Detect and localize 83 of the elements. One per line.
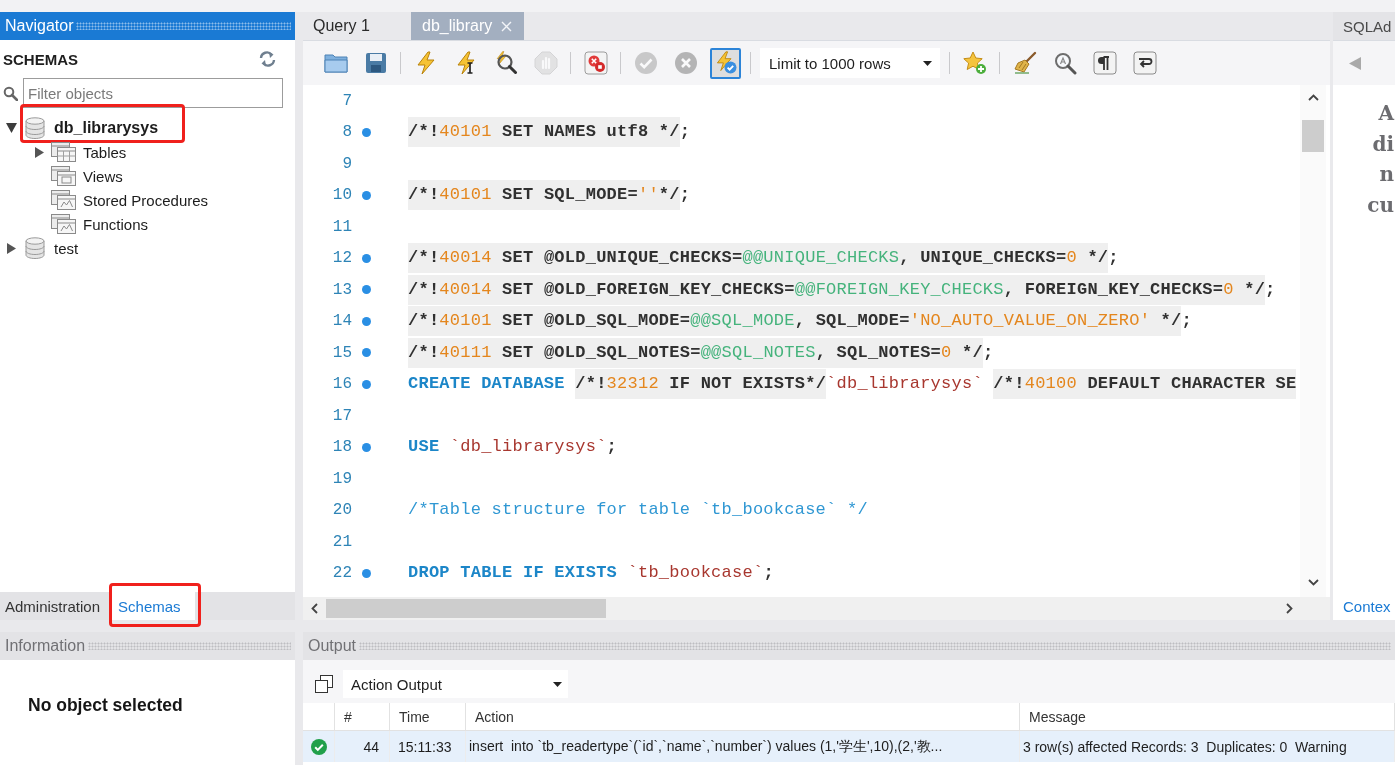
scroll-right-icon[interactable]	[1286, 603, 1293, 614]
vertical-scrollbar[interactable]	[1300, 85, 1326, 597]
line-number: 14	[331, 312, 352, 331]
line-number: 18	[331, 438, 352, 457]
caret-down-icon[interactable]	[6, 123, 17, 133]
broom-icon	[1012, 51, 1037, 75]
limit-select[interactable]: Limit to 1000 rows	[760, 48, 940, 78]
tab[interactable]: Administration	[0, 592, 110, 620]
tree-item[interactable]: Tables	[83, 143, 127, 161]
table-icon	[51, 142, 76, 162]
check-circle-icon	[310, 738, 327, 755]
autocommit-button[interactable]	[710, 47, 741, 79]
star-plus-icon	[962, 51, 987, 75]
check-circle-icon	[633, 51, 658, 75]
table-cell: 44	[335, 731, 390, 762]
tree-item[interactable]: Stored Procedures	[83, 191, 209, 209]
table-cell: insert into `tb_readertype`(`id`,`name`,`number`) values (1,'学生',10),(2,'教...	[466, 731, 1020, 762]
scroll-thumb[interactable]	[326, 599, 606, 618]
caret-right-icon[interactable]	[7, 242, 16, 254]
filter-field[interactable]: Filter objects	[23, 78, 283, 108]
line-number: 12	[331, 249, 352, 268]
x-circle-icon	[673, 51, 698, 75]
help-text: A	[1378, 100, 1394, 127]
code-line: CREATE DATABASE /*!32312 IF NOT EXISTS*/`db_librarysys` /*!40100 DEFAULT CHARACTER SE	[408, 369, 1297, 400]
table-cell: 3 row(s) affected Records: 3 Duplicates: 0 Warning	[1020, 731, 1395, 762]
stop-hand-icon	[533, 51, 558, 75]
code-line: DROP TABLE IF EXISTS `tb_bookcase`;	[408, 562, 774, 585]
line-number: 8	[341, 123, 352, 142]
table-row[interactable]: 44 15:11:33 insert into `tb_readertype`(`id`,`name`,`number`) values (1,'学生',10),(2,'教... 3 row(s) affected Records: 3 Duplicates: 0 Warning	[303, 731, 1395, 762]
line-number: 9	[341, 154, 352, 173]
tab[interactable]: Contex	[1333, 592, 1395, 620]
help-text: di	[1372, 130, 1394, 158]
editor-tab[interactable]: Query 1	[303, 12, 403, 40]
scroll-left-icon[interactable]	[311, 603, 318, 614]
database-icon	[25, 237, 45, 259]
output-select[interactable]: Action Output	[343, 670, 568, 698]
line-number: 13	[331, 280, 352, 299]
line-number: 10	[331, 186, 352, 205]
tree-item[interactable]: db_librarysys	[54, 119, 159, 137]
database-icon	[25, 117, 45, 139]
panel-title: Navigator	[5, 17, 74, 35]
wrap-icon	[1132, 51, 1157, 75]
code-line: USE `db_librarysys`;	[408, 436, 618, 459]
panel-title: Output	[308, 637, 357, 655]
line-number: 11	[331, 217, 352, 236]
column-header[interactable]: Time	[390, 703, 466, 730]
section-heading: SCHEMAS	[3, 50, 78, 68]
routine-icon	[51, 190, 76, 210]
line-number: 21	[331, 532, 352, 551]
view-icon	[51, 166, 76, 186]
pilcrow-icon	[1092, 51, 1117, 75]
column-header[interactable]: Message	[1020, 703, 1395, 730]
search-icon	[1052, 51, 1077, 75]
line-number: 16	[331, 375, 352, 394]
code-line: /*Table structure for table `tb_bookcase` */	[408, 499, 868, 522]
column-header[interactable]: #	[335, 703, 390, 730]
caret-right-icon[interactable]	[34, 146, 44, 158]
line-number: 22	[331, 564, 352, 583]
panel-title: Information	[5, 637, 86, 655]
caret-down-icon	[923, 60, 932, 66]
scroll-down-icon[interactable]	[1307, 579, 1319, 586]
refresh-icon[interactable]	[259, 51, 276, 67]
tree-item[interactable]: Views	[83, 167, 123, 185]
tree-item[interactable]: Functions	[83, 215, 149, 233]
scroll-thumb[interactable]	[1302, 120, 1324, 152]
scroll-up-icon[interactable]	[1307, 94, 1319, 101]
routine-icon	[51, 214, 76, 234]
table-cell: 15:11:33	[390, 731, 466, 762]
line-number: 7	[341, 91, 352, 110]
line-number: 17	[331, 406, 352, 425]
column-header[interactable]: Action	[466, 703, 1020, 730]
line-number: 19	[331, 469, 352, 488]
error-stop-icon	[583, 51, 608, 75]
info-text: No object selected	[28, 695, 183, 715]
caret-down-icon	[553, 681, 562, 687]
folder-icon	[323, 51, 348, 75]
line-number: 15	[331, 343, 352, 362]
tree-item[interactable]: test	[54, 239, 79, 257]
search-icon	[3, 85, 18, 101]
help-text: cu	[1367, 191, 1394, 219]
line-number: 20	[331, 501, 352, 520]
copy-icon[interactable]	[315, 675, 333, 693]
help-text: n	[1379, 161, 1394, 188]
